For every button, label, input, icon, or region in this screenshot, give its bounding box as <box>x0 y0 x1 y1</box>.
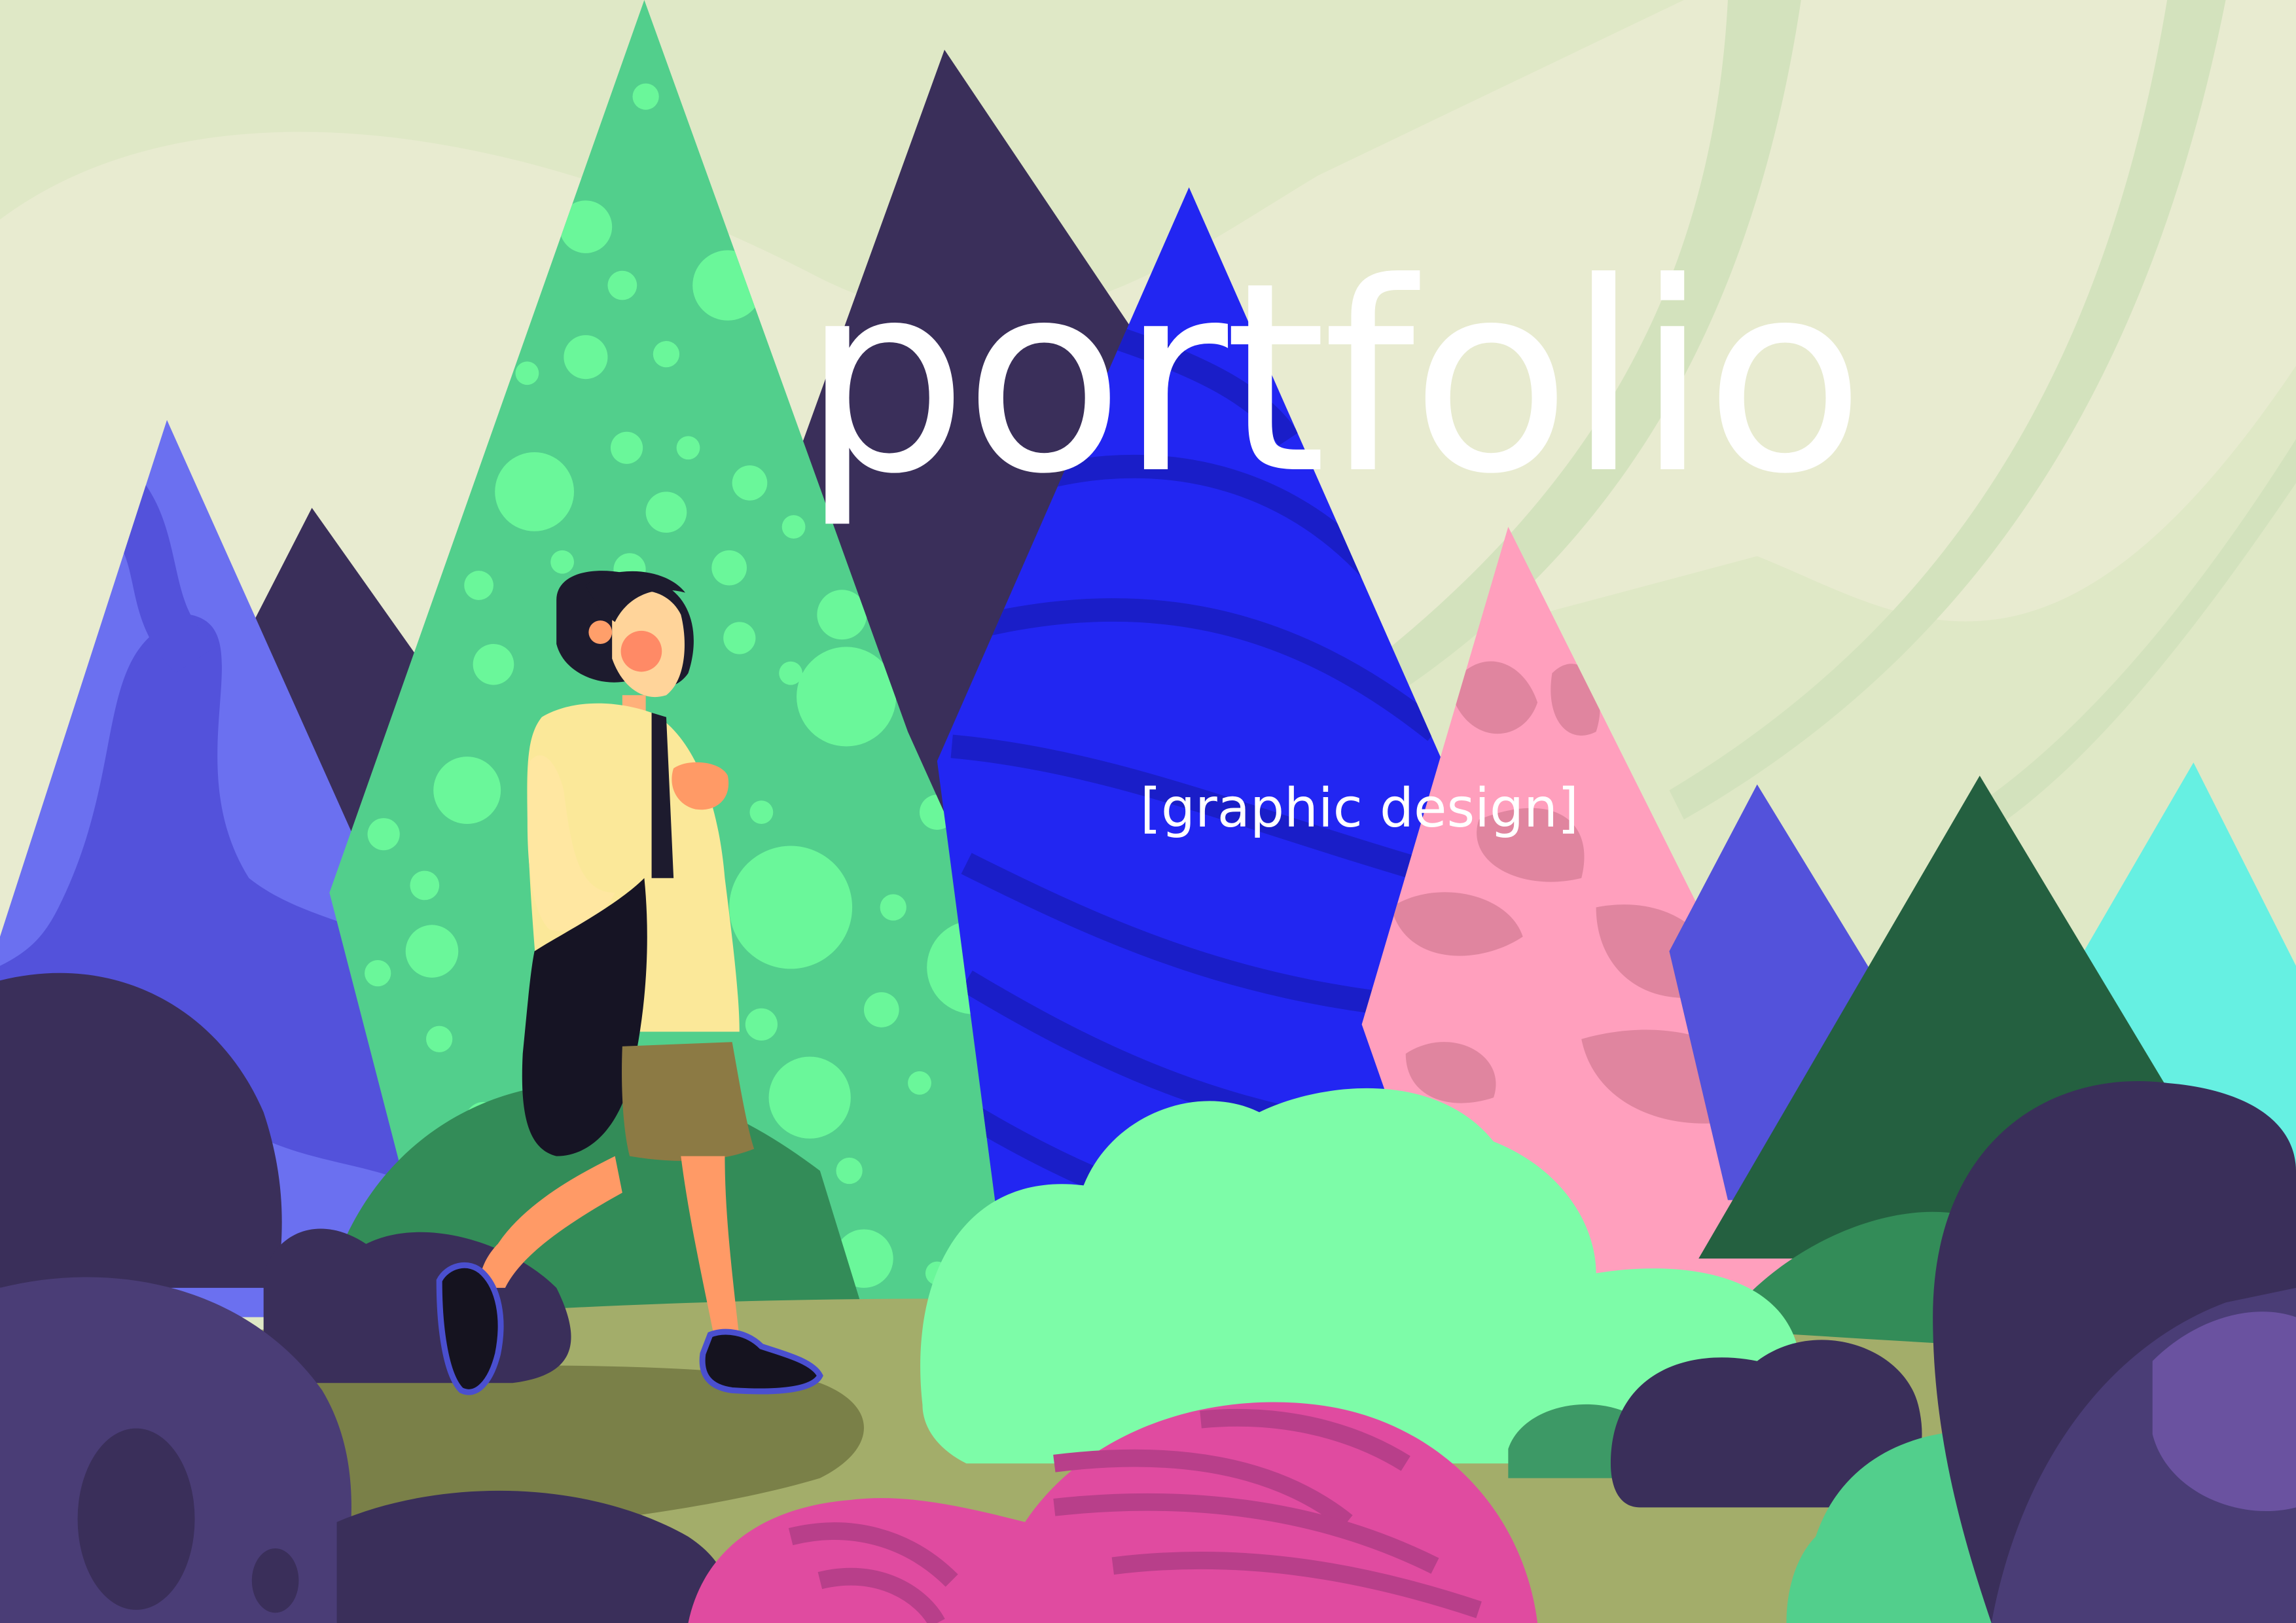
cover-scene: portfolio [graphic design] <box>0 0 2296 1623</box>
purple-bush-hole-small <box>251 1548 299 1613</box>
page-title: portfolio <box>802 227 1865 531</box>
purple-bush-hole <box>77 1428 195 1610</box>
page-subtitle: [graphic design] <box>1140 777 1579 840</box>
